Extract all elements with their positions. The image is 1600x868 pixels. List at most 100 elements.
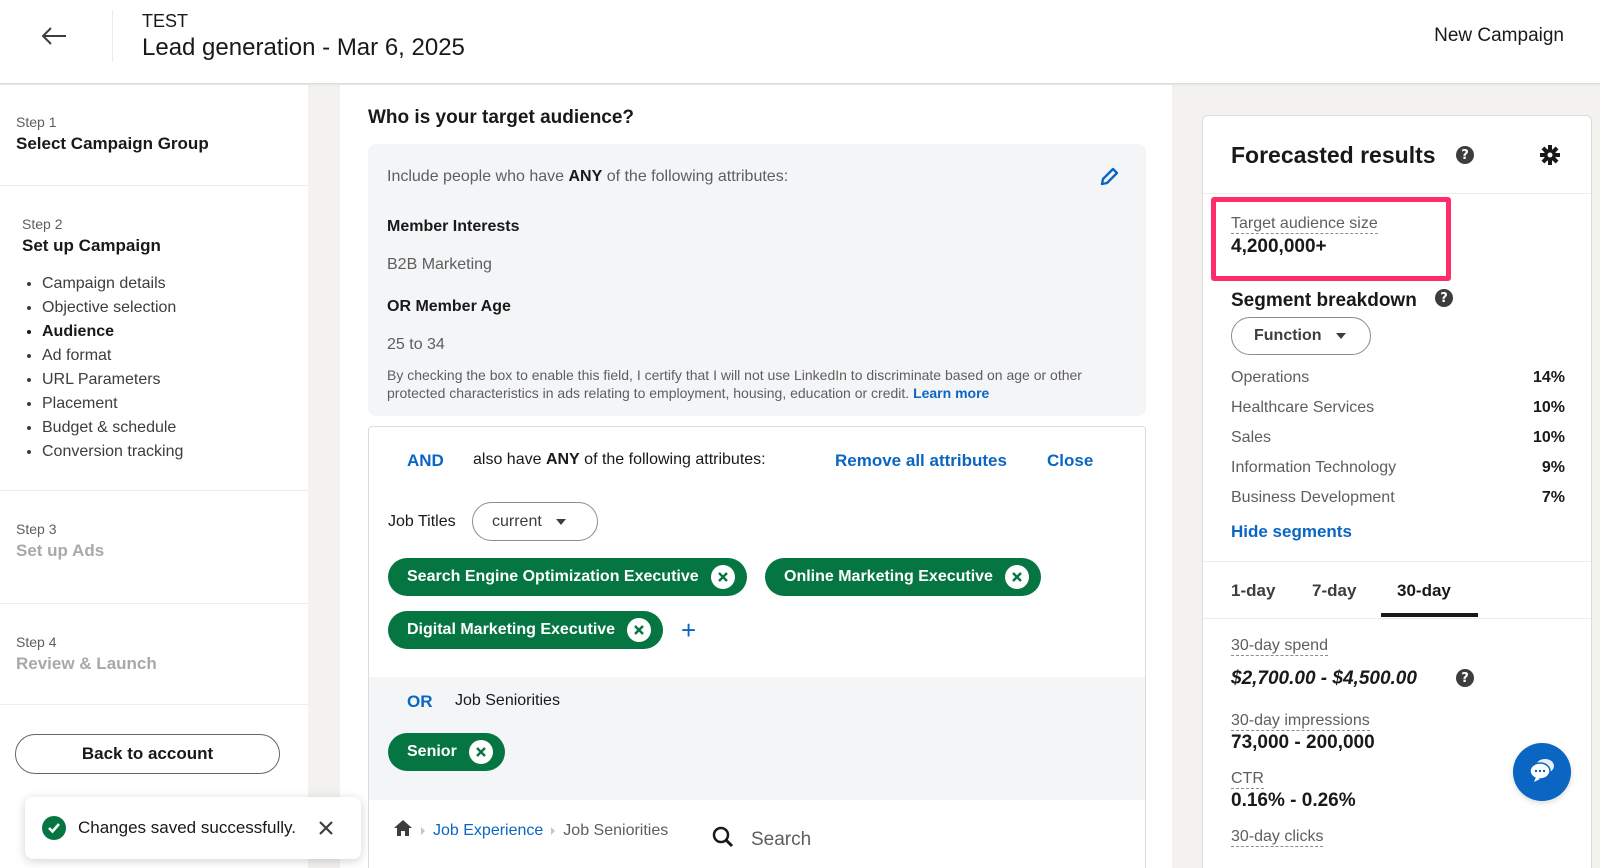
audience-editor: Who is your target audience? Include peo…: [340, 85, 1172, 868]
substep-ad-format[interactable]: Ad format: [42, 344, 308, 368]
home-icon[interactable]: [393, 819, 413, 842]
breadcrumb-separator: [421, 826, 425, 835]
step-title: Set up Campaign: [22, 236, 161, 255]
step-3: Step 3 Set up Ads: [0, 491, 308, 604]
add-job-title-plus-icon[interactable]: +: [681, 617, 696, 643]
attribute-breadcrumb: Job Experience Job Seniorities: [393, 819, 668, 842]
remove-circle-icon[interactable]: [710, 565, 735, 589]
metric-label-spend[interactable]: 30-day spend: [1231, 637, 1328, 656]
step-title: Set up Ads: [16, 541, 105, 560]
substep-url-parameters[interactable]: URL Parameters: [42, 368, 308, 392]
segment-breakdown-title: Segment breakdown: [1231, 290, 1417, 311]
include-emphasis: ANY: [568, 168, 603, 185]
close-icon[interactable]: [316, 818, 336, 838]
segment-name: Healthcare Services: [1231, 399, 1375, 416]
metric-label-clicks[interactable]: 30-day clicks: [1231, 828, 1324, 847]
step-label: Step 1: [16, 114, 57, 130]
or-criteria-group: OR Job Seniorities Senior: [369, 677, 1145, 800]
header-divider: [112, 10, 113, 62]
dropdown-value: current: [492, 512, 542, 530]
check-circle-icon: [42, 816, 66, 840]
remove-circle-icon[interactable]: [627, 618, 652, 642]
segment-row: Information Technology 9%: [1231, 459, 1565, 477]
segment-percent: 14%: [1532, 369, 1565, 386]
pill-label: Senior: [407, 743, 457, 760]
step-title: Review & Launch: [16, 654, 157, 673]
segment-row: Business Development 7%: [1231, 489, 1565, 507]
substep-conversion-tracking[interactable]: Conversion tracking: [42, 440, 308, 464]
breadcrumb-job-experience[interactable]: Job Experience: [433, 822, 543, 840]
metric-value-impressions: 73,000 - 200,000: [1231, 732, 1375, 753]
search-icon: [711, 825, 735, 854]
segment-row: Operations 14%: [1231, 369, 1565, 387]
substep-budget-schedule[interactable]: Budget & schedule: [42, 416, 308, 440]
divider: [1203, 561, 1591, 562]
segment-filter-dropdown[interactable]: Function: [1231, 317, 1371, 355]
target-audience-label[interactable]: Target audience size: [1231, 215, 1378, 234]
section-title: Who is your target audience?: [368, 107, 635, 128]
step-title: Select Campaign Group: [16, 134, 209, 153]
attribute-group-title: Member Interests: [387, 218, 520, 235]
step-label: Step 2: [22, 216, 63, 232]
step-label: Step 4: [16, 634, 57, 650]
or-operator: OR: [407, 692, 433, 711]
chat-bubbles-icon: [1528, 757, 1556, 788]
remove-all-attributes-link[interactable]: Remove all attributes: [835, 451, 1007, 471]
hide-segments-link[interactable]: Hide segments: [1231, 522, 1352, 542]
chat-help-button[interactable]: [1513, 743, 1571, 801]
steps-sidebar: Step 1 Select Campaign Group Step 2 Set …: [0, 85, 308, 868]
close-link[interactable]: Close: [1047, 451, 1093, 471]
remove-circle-icon[interactable]: [1004, 565, 1029, 589]
and-criteria-box: AND also have ANY of the following attri…: [368, 426, 1146, 868]
attribute-value: B2B Marketing: [387, 256, 492, 273]
segment-name: Business Development: [1231, 489, 1395, 506]
breadcrumb-separator: [551, 826, 556, 835]
and-prefix: also have: [473, 451, 546, 468]
segment-percent: 7%: [1541, 489, 1565, 506]
segment-row: Sales 10%: [1231, 429, 1565, 447]
job-title-pill: Online Marketing Executive: [765, 558, 1041, 596]
toast-message: Changes saved successfully.: [78, 818, 296, 837]
back-to-account-button[interactable]: Back to account: [15, 734, 280, 774]
substep-placement[interactable]: Placement: [42, 392, 308, 416]
step-2: Step 2 Set up Campaign Campaign details …: [0, 186, 308, 491]
segment-name: Operations: [1231, 369, 1310, 386]
attribute-value: 25 to 34: [387, 336, 445, 353]
help-icon[interactable]: ?: [1456, 146, 1474, 164]
new-campaign-label: New Campaign: [1434, 25, 1564, 46]
include-prefix: Include people who have: [387, 168, 569, 185]
learn-more-link[interactable]: Learn more: [913, 385, 989, 401]
segment-percent: 9%: [1541, 459, 1565, 476]
remove-circle-icon[interactable]: [468, 740, 493, 764]
help-icon[interactable]: ?: [1456, 669, 1474, 687]
dropdown-value: Function: [1254, 327, 1322, 344]
tab-30-day[interactable]: 30-day: [1397, 581, 1451, 601]
substep-campaign-details[interactable]: Campaign details: [42, 272, 308, 296]
metric-label-impressions[interactable]: 30-day impressions: [1231, 712, 1370, 731]
tab-7-day[interactable]: 7-day: [1312, 581, 1356, 601]
help-icon[interactable]: ?: [1435, 289, 1453, 307]
tab-1-day[interactable]: 1-day: [1231, 581, 1275, 601]
pill-label: Search Engine Optimization Executive: [407, 568, 699, 585]
job-titles-filter-dropdown[interactable]: current: [472, 502, 598, 541]
substep-objective-selection[interactable]: Objective selection: [42, 296, 308, 320]
divider: [1203, 618, 1591, 619]
segment-name: Sales: [1231, 429, 1272, 446]
job-titles-label: Job Titles: [388, 513, 456, 530]
divider: [1203, 193, 1591, 194]
breadcrumb-job-seniorities: Job Seniorities: [563, 821, 669, 839]
pencil-icon[interactable]: [1098, 166, 1120, 188]
substep-audience[interactable]: Audience: [42, 320, 308, 344]
active-tab-indicator: [1381, 613, 1478, 617]
step-1[interactable]: Step 1 Select Campaign Group: [0, 85, 308, 186]
step-4: Step 4 Review & Launch: [0, 604, 308, 705]
metric-label-ctr[interactable]: CTR: [1231, 770, 1264, 789]
attribute-group-title: OR Member Age: [387, 298, 511, 315]
or-group-title: Job Seniorities: [455, 692, 560, 709]
gear-icon[interactable]: [1539, 144, 1561, 166]
segment-percent: 10%: [1532, 429, 1565, 446]
include-description: Include people who have ANY of the follo…: [387, 168, 788, 186]
attribute-search-input[interactable]: [751, 828, 1051, 851]
segment-percent: 10%: [1532, 399, 1565, 416]
back-arrow-icon[interactable]: [38, 20, 70, 52]
